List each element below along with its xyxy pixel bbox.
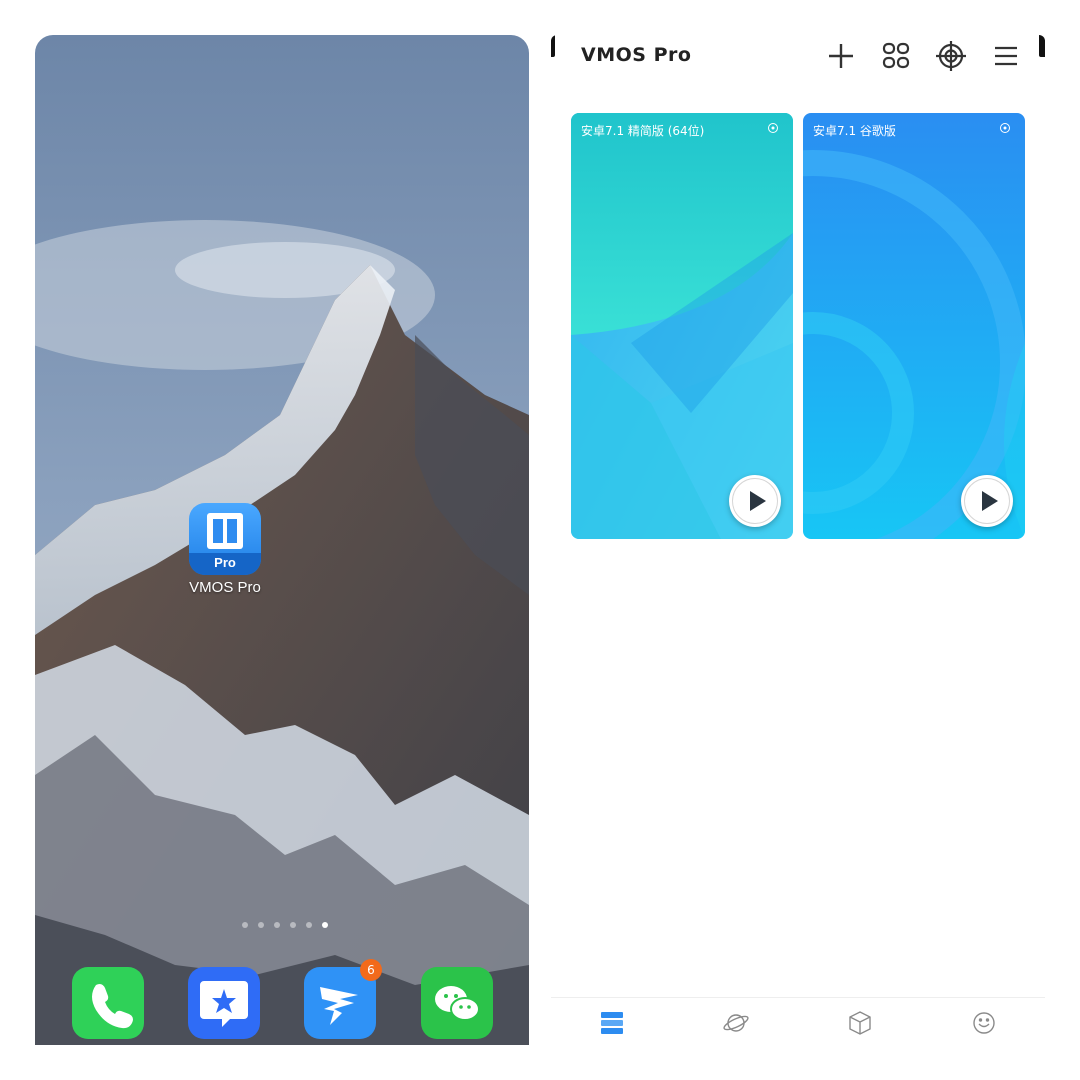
tab-label [592,1038,632,1045]
wechat-icon[interactable] [421,967,493,1039]
page-dot [258,922,264,928]
planet-icon [723,1014,749,1032]
bottom-tab-bar [551,997,1045,1045]
settings-icon[interactable] [999,122,1011,134]
vmos-pro-logo-icon: Pro [189,503,261,575]
vm-title: 安卓7.1 精简版 (64位) [581,124,705,138]
cube-icon [849,1011,871,1035]
tab-label [840,1038,880,1045]
menu-icon[interactable] [990,40,1022,72]
messenger-bird-icon[interactable]: 6 [304,959,382,1039]
vmos-pro-app-icon[interactable]: Pro VMOS Pro [187,503,263,596]
page-dot [306,922,312,928]
dock: 6 [35,959,529,1045]
play-button[interactable] [729,475,781,527]
grid-icon[interactable] [880,40,912,72]
app-title: VMOS Pro [581,44,692,66]
tab-local[interactable] [592,1010,632,1045]
phone-icon[interactable] [72,967,144,1039]
screen-corner [1039,35,1045,57]
page-dot [274,922,280,928]
target-icon[interactable] [935,40,967,72]
screen-corner [551,35,555,57]
dingtalk-star-icon[interactable] [188,967,260,1039]
smile-icon [973,1012,995,1034]
tab-me[interactable] [964,1010,1004,1045]
notification-badge: 6 [360,959,382,981]
page-dot [290,922,296,928]
vm-title: 安卓7.1 谷歌版 [813,124,896,138]
vmos-app-screen: VMOS Pro 安卓7.1 精简版 (64位) 安卓7.1 谷歌版 [551,35,1045,1045]
tab-explore[interactable] [716,1010,756,1045]
pro-badge: Pro [214,555,236,570]
add-icon[interactable] [825,40,857,72]
play-button[interactable] [961,475,1013,527]
vm-card[interactable]: 安卓7.1 精简版 (64位) [571,113,793,539]
page-dot-active [322,922,328,928]
vm-card[interactable]: 安卓7.1 谷歌版 [803,113,1025,539]
tab-label [716,1038,756,1045]
tab-label [964,1038,1004,1045]
settings-icon[interactable] [767,122,779,134]
app-label: VMOS Pro [189,579,261,596]
page-indicator [242,922,328,928]
tab-apps[interactable] [840,1010,880,1045]
home-screen: Pro VMOS Pro 6 [35,35,529,1045]
page-dot [242,922,248,928]
mountain-wallpaper [35,35,529,1045]
server-icon [601,1012,623,1034]
